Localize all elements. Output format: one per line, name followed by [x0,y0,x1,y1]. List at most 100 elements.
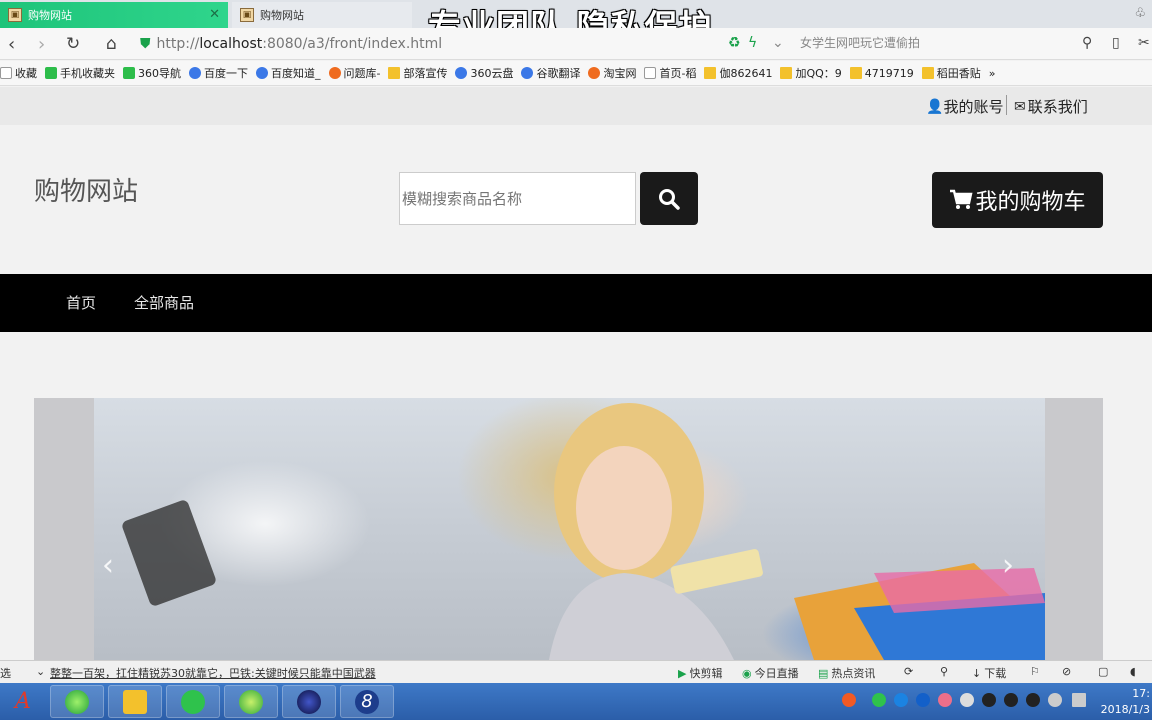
taskbar-app-360[interactable] [224,685,278,718]
qq-tray-icon[interactable] [1004,693,1018,707]
nav-item-all-products[interactable]: 全部商品 [134,292,194,313]
bookmarks-more-button[interactable]: » [989,67,996,80]
taobao-icon [588,67,601,79]
bookmark-item[interactable]: 加QQ：9 [780,65,842,81]
search-icon[interactable]: ⚲ [1082,35,1092,51]
quick-edit-label: 快剪辑 [689,667,723,680]
site-top-bar: 👤 我的账号 ✉ 联系我们 [0,87,1152,125]
usb-tray-icon[interactable] [960,693,974,707]
tab-active[interactable]: ▣ 购物网站 ✕ [0,2,228,28]
envelope-icon: ✉ [1014,98,1026,115]
taskbar-app-eight[interactable]: 8 [340,685,394,718]
flag-icon[interactable]: ⚐ [1030,665,1040,678]
recycle-icon[interactable]: ♻ [728,35,741,51]
qq-tray-icon[interactable] [982,693,996,707]
my-cart-button[interactable]: 我的购物车 [932,172,1103,228]
k-tray-icon[interactable] [916,693,930,707]
pin-icon[interactable]: ⚲ [940,665,948,678]
hot-news-link[interactable]: ▤ 热点资讯 [818,665,875,681]
taskbar-app-wechat[interactable] [166,685,220,718]
live-today-link[interactable]: ◉ 今日直播 [742,665,799,681]
signal-tray-icon[interactable] [1072,693,1086,707]
user-icon: 👤 [926,98,944,115]
bookmark-label: 部落宣传 [403,67,448,80]
bookmark-item[interactable]: 问题库- [328,65,380,81]
refresh-icon[interactable]: ⟳ [904,665,913,678]
bookmark-label: 伽862641 [719,67,773,80]
address-bar[interactable]: ⛊ http://localhost:8080/a3/front/index.h… [140,32,790,56]
taskbar-app-eclipse[interactable] [282,685,336,718]
taskbar-app-ie[interactable] [50,685,104,718]
bookmark-item[interactable]: 百度一下 [189,65,248,81]
bookmark-item[interactable]: 首页-稻 [644,65,696,81]
download-link[interactable]: ↓ 下载 [972,665,1006,681]
network-tray-icon[interactable] [894,693,908,707]
search-button[interactable] [640,172,698,225]
window-icon[interactable]: ▢ [1098,665,1108,678]
site-logo-text[interactable]: 购物网站 [34,171,138,208]
close-tab-icon[interactable]: ✕ [209,7,220,22]
tab-inactive[interactable]: ▣ 购物网站 [232,2,412,28]
forward-icon[interactable]: › [38,34,45,55]
my-account-label: 我的账号 [943,98,1004,116]
bookmark-item[interactable]: 360导航 [123,65,181,81]
app-eight-icon: 8 [355,689,379,714]
url-host: localhost [199,36,263,52]
mobile-icon[interactable]: ▯ [1112,35,1120,51]
carousel-prev-icon[interactable]: ‹ [102,548,114,583]
bookmark-item[interactable]: 收藏 [0,65,37,81]
shirt-icon[interactable]: ♧ [1134,6,1146,21]
contact-us-link[interactable]: ✉ 联系我们 [1014,96,1088,117]
back-icon[interactable]: ‹ [8,34,15,55]
home-icon[interactable]: ⌂ [106,34,117,54]
lightning-icon[interactable]: ϟ [748,35,757,51]
product-search-input[interactable] [399,172,636,225]
bookmark-label: 百度知道_ [271,67,321,80]
folder-icon [123,689,147,714]
bookmark-item[interactable]: 360云盘 [455,65,513,81]
banner-carousel[interactable]: ‹ › [34,398,1103,660]
bookmark-label: 收藏 [15,67,37,80]
bookmark-label: 360云盘 [470,67,514,80]
chevron-down-icon[interactable]: ⌄ [772,35,784,51]
bookmark-item[interactable]: 手机收藏夹 [45,65,115,81]
clean-icon[interactable]: ⊘ [1062,665,1071,678]
bookmark-item[interactable]: 部落宣传 [388,65,447,81]
reload-icon[interactable]: ↻ [66,34,80,54]
baidu-icon [189,67,201,79]
chevron-down-icon[interactable]: ⌄ [36,665,45,678]
address-search-suggestion[interactable]: 女学生网吧玩它遭偷拍 [800,34,1100,54]
page-favicon-icon: ▣ [240,8,254,22]
bookmark-item[interactable]: 稻田香贴 [921,65,981,81]
live-icon: ◉ [742,666,752,680]
quick-edit-link[interactable]: ▶ 快剪辑 [678,665,722,681]
cut-icon[interactable]: ✂ [1138,35,1150,51]
bookmark-label: 首页-稻 [659,67,697,80]
bookmark-item[interactable]: 谷歌翻译 [521,65,580,81]
sogou-tray-icon[interactable] [842,693,856,707]
translate-icon [521,67,534,79]
bookmark-item[interactable]: 淘宝网 [588,65,636,81]
window-controls[interactable]: ♧ [1134,6,1146,21]
my-account-link[interactable]: 👤 我的账号 [926,96,1003,117]
shopping-cart-icon [950,189,973,209]
bookmark-label: 谷歌翻译 [536,67,581,80]
bookmark-item[interactable]: 4719719 [849,67,914,80]
start-button[interactable]: A [2,685,44,718]
baidu-icon [256,67,268,79]
app-tray-icon[interactable] [938,693,952,707]
qq-tray-icon[interactable] [1026,693,1040,707]
carousel-next-icon[interactable]: › [1002,548,1014,583]
nav-item-home[interactable]: 首页 [66,292,96,313]
taskbar-app-explorer[interactable] [108,685,162,718]
volume-icon[interactable]: ◖ [1130,665,1136,678]
news-headline-link[interactable]: 整整一百架，扛住精锐苏30就靠它，巴铁:关键时候只能靠中国武器 [50,665,376,681]
wechat-tray-icon[interactable] [872,693,886,707]
play-icon: ▶ [678,666,687,680]
folder-icon [780,67,793,79]
volume-tray-icon[interactable] [1048,693,1062,707]
bookmark-item[interactable]: 百度知道_ [256,65,321,81]
bookmark-item[interactable]: 伽862641 [704,65,772,81]
taskbar-clock[interactable]: 17: 2018/1/3 [1101,686,1150,718]
live-today-label: 今日直播 [754,667,799,680]
